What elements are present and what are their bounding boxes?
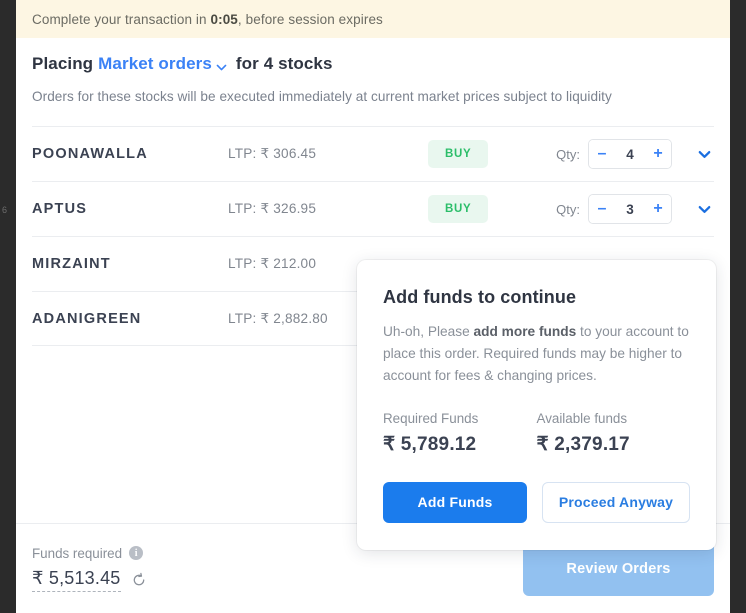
required-funds-value: ₹ 5,789.12 (383, 433, 477, 455)
buy-badge[interactable]: BUY (428, 140, 489, 168)
proceed-anyway-button[interactable]: Proceed Anyway (542, 481, 690, 523)
modal-title: Add funds to continue (383, 287, 577, 307)
session-timer-text: Complete your transaction in 0:05, befor… (32, 12, 383, 27)
qty-cell: Qty: – 3 + (556, 194, 714, 224)
side-cell: BUY (428, 140, 540, 168)
qty-increment-button[interactable]: + (645, 140, 671, 168)
available-funds-value: ₹ 2,379.17 (536, 433, 630, 455)
window-frame: 6 Complete your transaction in 0:05, bef… (0, 0, 746, 613)
funds-required-label: Funds required (32, 545, 123, 561)
stock-symbol: APTUS (32, 201, 88, 217)
available-funds-col: Available funds ₹ 2,379.17 (537, 411, 691, 456)
available-funds-label: Available funds (536, 410, 628, 426)
funds-required-amount: ₹ 5,513.45 (32, 568, 121, 592)
edge-artifact: 6 (2, 205, 8, 215)
qty-value[interactable]: 3 (615, 202, 645, 217)
review-orders-button[interactable]: Review Orders (523, 541, 714, 596)
qty-cell: Qty: – 4 + (556, 139, 714, 169)
modal-body-part1: Uh-oh, Please (383, 324, 474, 339)
placing-suffix: for 4 stocks (235, 54, 333, 73)
table-row: APTUS LTP: ₹ 326.95 BUY Qty: – 3 + (32, 181, 714, 236)
row-expand-chevron-down-icon[interactable] (694, 144, 714, 164)
banner-prefix: Complete your transaction in (32, 11, 211, 27)
qty-increment-button[interactable]: + (645, 195, 671, 223)
required-funds-label: Required Funds (383, 410, 479, 426)
modal-body-strong: add more funds (473, 324, 577, 339)
modal-actions: Add Funds Proceed Anyway (383, 481, 690, 523)
modal-body: Uh-oh, Please add more funds to your acc… (383, 321, 690, 388)
funds-required-amount-row: ₹ 5,513.45 (32, 568, 147, 592)
stock-ltp: LTP: ₹ 326.95 (228, 201, 317, 216)
side-cell: BUY (428, 195, 540, 223)
info-icon[interactable]: i (129, 546, 144, 560)
funds-required-block: Funds required i ₹ 5,513.45 (32, 546, 147, 592)
stock-ltp: LTP: ₹ 306.45 (228, 146, 317, 161)
chevron-down-icon[interactable] (215, 59, 228, 72)
modal-funds-grid: Required Funds ₹ 5,789.12 Available fund… (383, 411, 690, 456)
stock-symbol: MIRZAINT (32, 256, 111, 272)
banner-timer: 0:05 (210, 11, 238, 27)
add-funds-button[interactable]: Add Funds (383, 481, 527, 523)
placing-prefix: Placing (32, 54, 94, 73)
row-expand-chevron-down-icon[interactable] (694, 199, 714, 219)
qty-label: Qty: (556, 146, 580, 162)
required-funds-col: Required Funds ₹ 5,789.12 (383, 411, 537, 456)
funds-required-label-row: Funds required i (32, 546, 147, 561)
quantity-stepper: – 3 + (588, 194, 672, 224)
stock-symbol: ADANIGREEN (32, 310, 142, 327)
buy-badge[interactable]: BUY (428, 195, 489, 223)
qty-value[interactable]: 4 (615, 147, 645, 162)
qty-decrement-button[interactable]: – (589, 195, 615, 223)
table-row: POONAWALLA LTP: ₹ 306.45 BUY Qty: – 4 + (32, 126, 714, 181)
order-type-selector[interactable]: Market orders (98, 54, 212, 74)
qty-label: Qty: (556, 201, 580, 217)
order-sheet: Complete your transaction in 0:05, befor… (16, 0, 730, 613)
sheet-header: Placing Market orders for 4 stocks Order… (16, 38, 730, 104)
quantity-stepper: – 4 + (588, 139, 672, 169)
order-subtitle: Orders for these stocks will be executed… (32, 89, 612, 104)
qty-decrement-button[interactable]: – (589, 140, 615, 168)
banner-suffix: , before session expires (237, 11, 383, 27)
refresh-icon[interactable] (131, 572, 147, 588)
add-funds-modal: Add funds to continue Uh-oh, Please add … (357, 260, 716, 550)
placing-line: Placing Market orders for 4 stocks (32, 54, 714, 74)
session-timer-banner: Complete your transaction in 0:05, befor… (16, 0, 730, 38)
stock-symbol: POONAWALLA (32, 146, 148, 162)
